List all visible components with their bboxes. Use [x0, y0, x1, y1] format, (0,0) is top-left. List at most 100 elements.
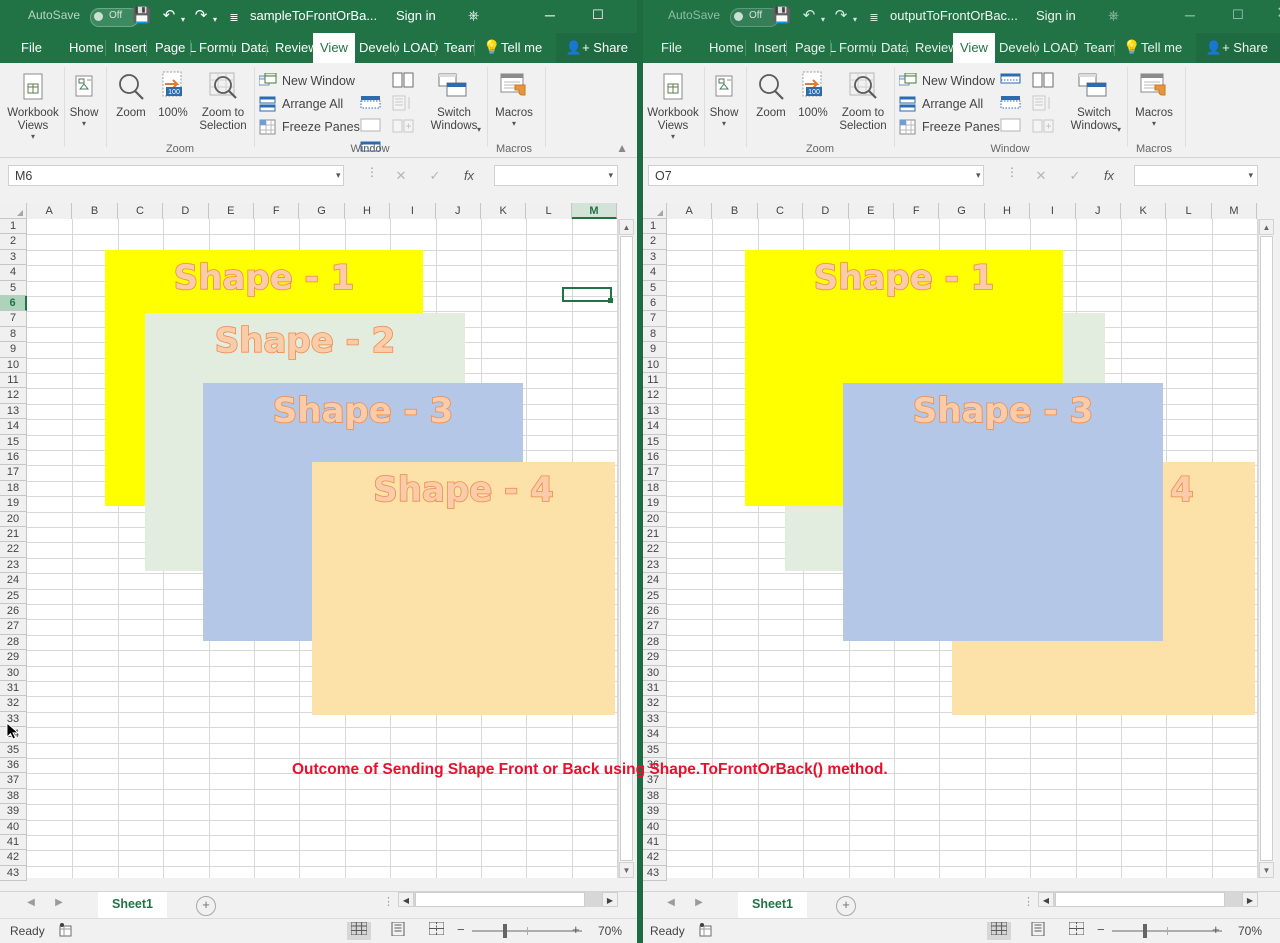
row-header-18[interactable]: 18 [640, 481, 667, 496]
insert-function-icon[interactable]: fx [453, 165, 485, 186]
column-header-h[interactable]: H [985, 203, 1030, 219]
column-header-i[interactable]: I [390, 203, 435, 219]
row-header-30[interactable]: 30 [0, 666, 27, 681]
column-header-e[interactable]: E [209, 203, 254, 219]
zoom-slider-thumb[interactable] [503, 924, 507, 938]
row-header-17[interactable]: 17 [640, 465, 667, 480]
row-header-15[interactable]: 15 [0, 435, 27, 450]
row-header-2[interactable]: 2 [0, 234, 27, 249]
previous-sheet-icon[interactable]: ◀ [662, 897, 680, 908]
tab-bar-grip[interactable]: ⋮ [1023, 900, 1034, 905]
row-header-35[interactable]: 35 [0, 743, 27, 758]
tab-file[interactable]: File [654, 33, 689, 63]
scroll-right-icon[interactable]: ▶ [602, 892, 618, 907]
formula-bar-grip[interactable]: ⋮ [1006, 169, 1018, 176]
column-header-c[interactable]: C [118, 203, 163, 219]
page-break-preview-icon[interactable] [1064, 922, 1088, 940]
row-header-9[interactable]: 9 [640, 342, 667, 357]
previous-sheet-icon[interactable]: ◀ [22, 897, 40, 908]
freeze-panes-label[interactable]: Freeze Panes ▾ [922, 120, 1007, 134]
scroll-down-icon[interactable]: ▼ [619, 862, 634, 878]
split-icon[interactable] [1000, 72, 1022, 91]
row-header-13[interactable]: 13 [0, 404, 27, 419]
name-box-dropdown-icon[interactable]: ▾ [976, 170, 981, 181]
row-header-7[interactable]: 7 [0, 311, 27, 326]
new-window-label[interactable]: New Window [922, 74, 995, 88]
row-header-3[interactable]: 3 [640, 250, 667, 265]
name-box[interactable]: O7 [648, 165, 984, 186]
row-header-36[interactable]: 36 [0, 758, 27, 773]
row-header-31[interactable]: 31 [640, 681, 667, 696]
row-header-26[interactable]: 26 [640, 604, 667, 619]
minimize-button[interactable]: ─ [535, 6, 565, 24]
row-header-32[interactable]: 32 [0, 696, 27, 711]
row-header-32[interactable]: 32 [640, 696, 667, 711]
row-header-1[interactable]: 1 [0, 219, 27, 234]
row-header-12[interactable]: 12 [0, 388, 27, 403]
view-side-by-side-icon[interactable] [1032, 72, 1054, 93]
zoom-out-button[interactable]: − [457, 922, 465, 937]
row-header-10[interactable]: 10 [640, 358, 667, 373]
maximize-button[interactable]: ☐ [583, 6, 613, 24]
scroll-up-icon[interactable]: ▲ [619, 219, 634, 235]
row-header-3[interactable]: 3 [0, 250, 27, 265]
switch-windows-button[interactable]: Switch Windows [424, 67, 484, 133]
row-header-30[interactable]: 30 [640, 666, 667, 681]
normal-view-icon[interactable] [987, 922, 1011, 940]
save-icon[interactable]: 💾 [770, 7, 794, 25]
add-sheet-icon[interactable]: + [836, 896, 856, 916]
formula-input[interactable] [1134, 165, 1258, 186]
share-button[interactable]: 👤+ Share [1196, 33, 1280, 63]
cancel-icon[interactable]: ✕ [385, 165, 417, 186]
row-header-20[interactable]: 20 [640, 512, 667, 527]
zoom-button[interactable]: Zoom [748, 67, 794, 120]
select-all-button[interactable] [0, 203, 27, 219]
column-header-m[interactable]: M [572, 203, 617, 219]
customize-quick-access-icon[interactable]: ≣ [864, 9, 884, 27]
maximize-button[interactable]: ☐ [1223, 6, 1253, 24]
sheet-tab-sheet1[interactable]: Sheet1 [98, 892, 167, 920]
row-header-11[interactable]: 11 [0, 373, 27, 388]
fill-handle[interactable] [608, 298, 613, 303]
row-header-25[interactable]: 25 [640, 589, 667, 604]
zoom-in-button[interactable]: + [572, 922, 580, 937]
insert-function-icon[interactable]: fx [1093, 165, 1125, 186]
sign-in-link[interactable]: Sign in [396, 8, 436, 23]
horizontal-scroll-thumb[interactable] [415, 892, 585, 907]
column-header-g[interactable]: G [939, 203, 984, 219]
row-header-39[interactable]: 39 [640, 804, 667, 819]
column-header-j[interactable]: J [436, 203, 481, 219]
zoom-to-selection-button[interactable]: Zoom to Selection [834, 67, 892, 133]
scroll-down-icon[interactable]: ▼ [1259, 862, 1274, 878]
row-header-16[interactable]: 16 [0, 450, 27, 465]
row-header-43[interactable]: 43 [640, 866, 667, 881]
scroll-up-icon[interactable]: ▲ [1259, 219, 1274, 235]
arrange-all-label[interactable]: Arrange All [922, 97, 983, 111]
tab-view[interactable]: View [953, 33, 995, 63]
row-header-41[interactable]: 41 [0, 835, 27, 850]
row-header-19[interactable]: 19 [0, 496, 27, 511]
zoom-to-selection-button[interactable]: Zoom to Selection [194, 67, 252, 133]
row-header-21[interactable]: 21 [640, 527, 667, 542]
tab-team[interactable]: Team [437, 33, 483, 63]
macro-record-icon[interactable] [58, 923, 73, 940]
tab-tell-me[interactable]: Tell me [494, 33, 549, 63]
macros-button[interactable]: Macros ▾ [1130, 67, 1178, 128]
confirm-icon[interactable]: ✓ [1059, 165, 1091, 186]
sheet-tab-sheet1[interactable]: Sheet1 [738, 892, 807, 920]
close-button[interactable]: ✕ [1268, 5, 1280, 23]
row-header-28[interactable]: 28 [640, 635, 667, 650]
switch-windows-button[interactable]: Switch Windows [1064, 67, 1124, 133]
row-header-24[interactable]: 24 [0, 573, 27, 588]
formula-bar-expand-icon[interactable]: ▾ [608, 170, 613, 181]
undo-dropdown-icon[interactable]: ▾ [178, 11, 188, 29]
row-header-12[interactable]: 12 [640, 388, 667, 403]
name-box[interactable]: M6 [8, 165, 344, 186]
row-header-7[interactable]: 7 [640, 311, 667, 326]
shape-object[interactable]: Shape - 3 [843, 383, 1163, 641]
new-window-label[interactable]: New Window [282, 74, 355, 88]
row-header-5[interactable]: 5 [640, 281, 667, 296]
confirm-icon[interactable]: ✓ [419, 165, 451, 186]
column-header-f[interactable]: F [894, 203, 939, 219]
normal-view-icon[interactable] [347, 922, 371, 940]
